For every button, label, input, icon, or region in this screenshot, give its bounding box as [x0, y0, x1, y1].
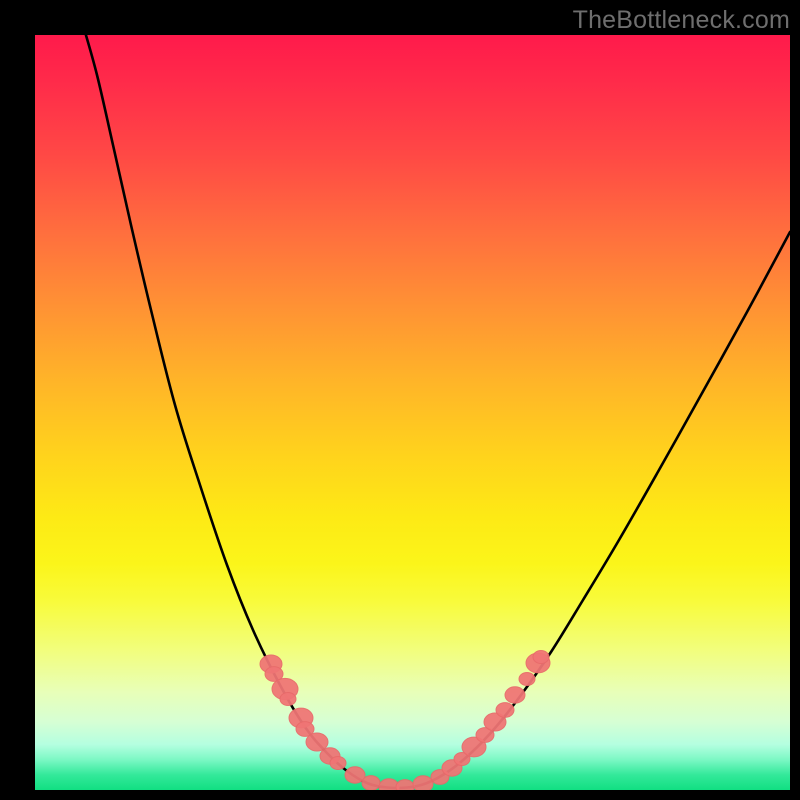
chart-frame: TheBottleneck.com [0, 0, 800, 800]
marker-dot [533, 650, 549, 663]
marker-dot [306, 733, 328, 751]
bottleneck-curve [83, 35, 790, 788]
marker-dot [330, 756, 346, 769]
watermark-text: TheBottleneck.com [573, 6, 790, 35]
marker-dot [396, 780, 414, 790]
chart-svg [35, 35, 790, 790]
marker-dot [413, 776, 433, 790]
data-markers [260, 650, 550, 790]
marker-dot [362, 776, 380, 790]
curve-line [83, 35, 790, 788]
marker-dot [519, 672, 535, 685]
plot-area [35, 35, 790, 790]
marker-dot [505, 687, 525, 703]
marker-dot [280, 692, 296, 705]
marker-dot [496, 703, 514, 718]
